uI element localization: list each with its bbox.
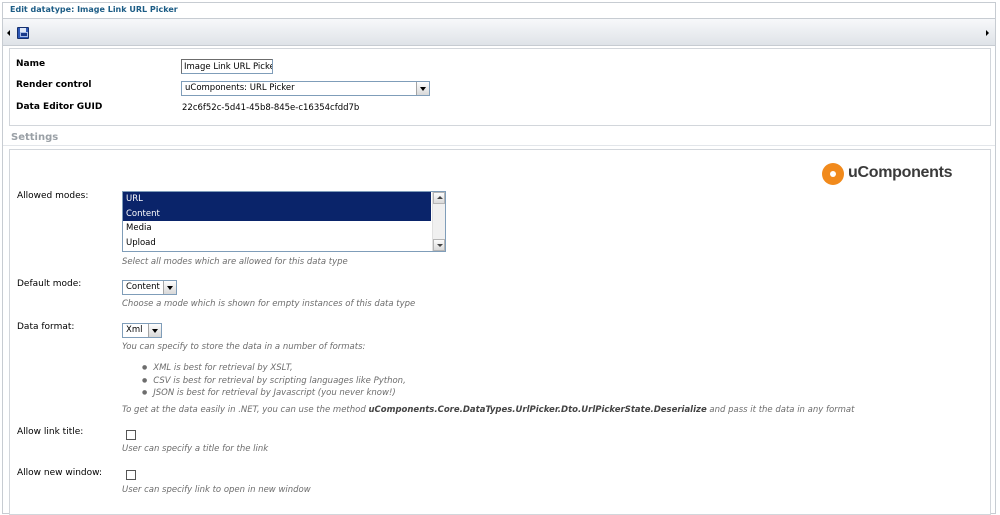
default-mode-select[interactable]: Content [122,280,177,295]
allow-link-title-label: Allow link title: [17,427,84,437]
guid-value: 22c6f52c-5d41-45b8-845e-c16354cfdd7b [182,103,360,113]
data-format-select[interactable]: Xml [122,323,162,338]
method-name: uComponents.Core.DataTypes.UrlPicker.Dto… [368,405,707,415]
guid-label: Data Editor GUID [16,102,103,112]
window-title: Edit datatype: Image Link URL Picker [3,3,995,18]
allow-new-window-hint: User can specify link to open in new win… [122,485,311,495]
allow-link-title-checkbox[interactable] [126,430,136,440]
allowed-modes-hint: Select all modes which are allowed for t… [122,257,348,267]
data-format-label: Data format: [17,322,75,332]
name-label: Name [16,59,46,69]
chevron-down-icon[interactable] [163,281,176,294]
allow-new-window-label: Allow new window: [17,468,103,478]
list-option-url[interactable]: URL [123,192,431,207]
default-mode-label: Default mode: [17,279,82,289]
scroll-right-arrow-icon[interactable] [986,30,989,36]
render-control-label: Render control [16,80,92,90]
ucomponents-logo: uComponents [822,162,953,186]
toolbar [3,18,995,46]
datatype-properties-panel: Name Image Link URL Picker Render contro… [9,48,991,126]
logo-text: uComponents [848,164,953,181]
list-item: XML is best for retrieval by XSLT, [142,362,406,375]
settings-heading: Settings [11,132,59,143]
dotnet-hint: To get at the data easily in .NET, you c… [122,405,855,415]
allow-link-title-hint: User can specify a title for the link [122,444,269,454]
divider [3,145,995,146]
default-mode-hint: Choose a mode which is shown for empty i… [122,299,416,309]
scroll-down-icon[interactable] [433,239,445,251]
list-item: CSV is best for retrieval by scripting l… [142,375,406,388]
list-option-content[interactable]: Content [123,206,431,221]
edit-datatype-window: Edit datatype: Image Link URL Picker Nam… [2,2,996,515]
save-icon[interactable] [17,27,29,39]
gear-icon [822,163,844,185]
chevron-down-icon[interactable] [416,82,429,95]
allowed-modes-label: Allowed modes: [17,191,89,201]
data-format-value: Xml [126,325,143,335]
name-input[interactable]: Image Link URL Picker [181,59,273,74]
render-control-select[interactable]: uComponents: URL Picker [181,81,430,96]
scroll-up-icon[interactable] [433,192,445,204]
scroll-left-arrow-icon[interactable] [7,30,10,36]
chevron-down-icon[interactable] [148,324,161,337]
list-item: JSON is best for retrieval by Javascript… [142,387,406,400]
allowed-modes-listbox[interactable]: URL Content Media Upload [122,191,446,252]
data-format-bullet-list: XML is best for retrieval by XSLT, CSV i… [142,362,406,400]
default-mode-value: Content [126,282,160,292]
data-format-hint: You can specify to store the data in a n… [122,342,366,352]
settings-panel: uComponents Allowed modes: URL Content M… [9,149,991,515]
list-option-upload[interactable]: Upload [123,236,431,251]
allow-new-window-checkbox[interactable] [126,470,136,480]
render-control-value: uComponents: URL Picker [185,83,295,93]
listbox-scrollbar[interactable] [432,192,445,251]
list-option-media[interactable]: Media [123,221,431,236]
